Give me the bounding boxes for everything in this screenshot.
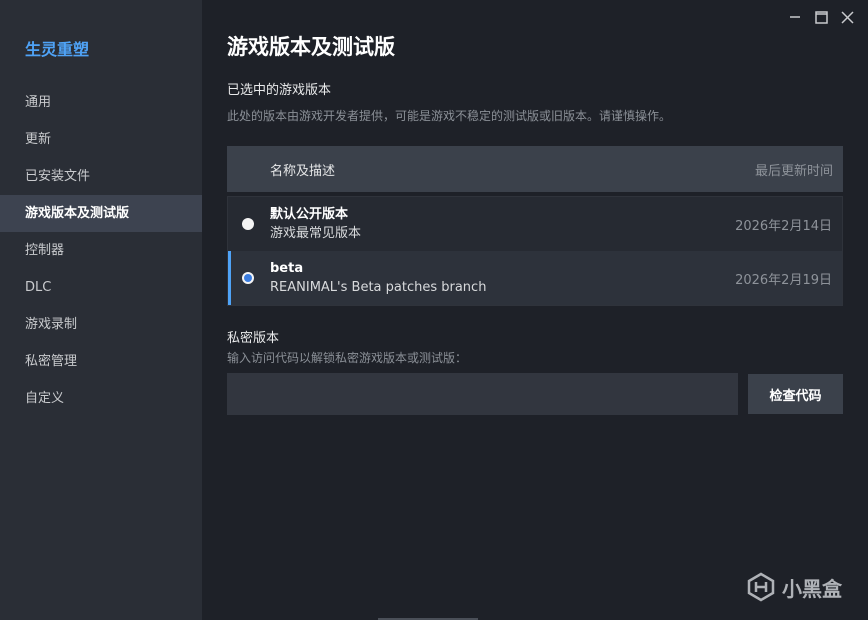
sidebar-item-game-recording[interactable]: 游戏录制 [0,306,202,343]
private-version-description: 输入访问代码以解锁私密游戏版本或测试版： [227,351,468,365]
sidebar-item-privacy[interactable]: 私密管理 [0,343,202,380]
maximize-button[interactable] [808,8,834,26]
branch-date: 2026年2月14日 [735,218,832,234]
close-button[interactable] [834,8,860,26]
branch-name: 默认公开版本 [270,206,349,222]
heybox-logo-icon [747,572,775,602]
table-row-default-public[interactable]: 默认公开版本 游戏最常见版本 2026年2月14日 [228,197,842,251]
minimize-icon [790,16,800,18]
access-code-input[interactable] [227,373,738,415]
versions-table: 名称及描述 最后更新时间 默认公开版本 游戏最常见版本 2026年2月14日 b… [227,146,843,306]
sidebar-item-general[interactable]: 通用 [0,84,202,121]
branch-name: beta [270,260,304,276]
sidebar-item-customization[interactable]: 自定义 [0,380,202,417]
column-header-name: 名称及描述 [270,163,336,179]
minimize-button[interactable] [782,8,808,26]
access-code-row: 检查代码 [227,373,843,415]
watermark: 小黑盒 [746,572,842,602]
table-body: 默认公开版本 游戏最常见版本 2026年2月14日 beta REANIMAL'… [227,196,843,306]
sidebar: 生灵重塑 通用 更新 已安装文件 游戏版本及测试版 控制器 DLC 游戏录制 私… [0,0,202,620]
radio-button[interactable] [242,218,254,230]
game-title: 生灵重塑 [25,40,90,59]
private-version-heading: 私密版本 [227,331,280,346]
watermark-text: 小黑盒 [782,576,842,601]
branch-description: 游戏最常见版本 [270,225,362,241]
sidebar-item-installed-files[interactable]: 已安装文件 [0,158,202,195]
column-header-date: 最后更新时间 [754,163,833,179]
radio-button[interactable] [242,272,254,284]
sidebar-item-controller[interactable]: 控制器 [0,232,202,269]
close-icon [840,10,854,24]
sidebar-item-betas[interactable]: 游戏版本及测试版 [0,195,202,232]
properties-window: 生灵重塑 通用 更新 已安装文件 游戏版本及测试版 控制器 DLC 游戏录制 私… [0,0,868,620]
page-title: 游戏版本及测试版 [227,35,395,59]
table-row-beta[interactable]: beta REANIMAL's Beta patches branch 2026… [228,251,842,305]
sidebar-item-dlc[interactable]: DLC [0,269,202,306]
table-header: 名称及描述 最后更新时间 [227,146,843,192]
selected-version-heading: 已选中的游戏版本 [227,83,332,98]
window-controls [782,8,860,26]
maximize-icon [814,10,828,24]
check-code-button[interactable]: 检查代码 [748,374,843,414]
branch-date: 2026年2月19日 [735,272,832,288]
selected-version-description: 此处的版本由游戏开发者提供，可能是游戏不稳定的测试版或旧版本。请谨慎操作。 [227,109,672,123]
sidebar-item-updates[interactable]: 更新 [0,121,202,158]
main-panel: 游戏版本及测试版 已选中的游戏版本 此处的版本由游戏开发者提供，可能是游戏不稳定… [202,0,868,620]
branch-description: REANIMAL's Beta patches branch [270,279,487,295]
